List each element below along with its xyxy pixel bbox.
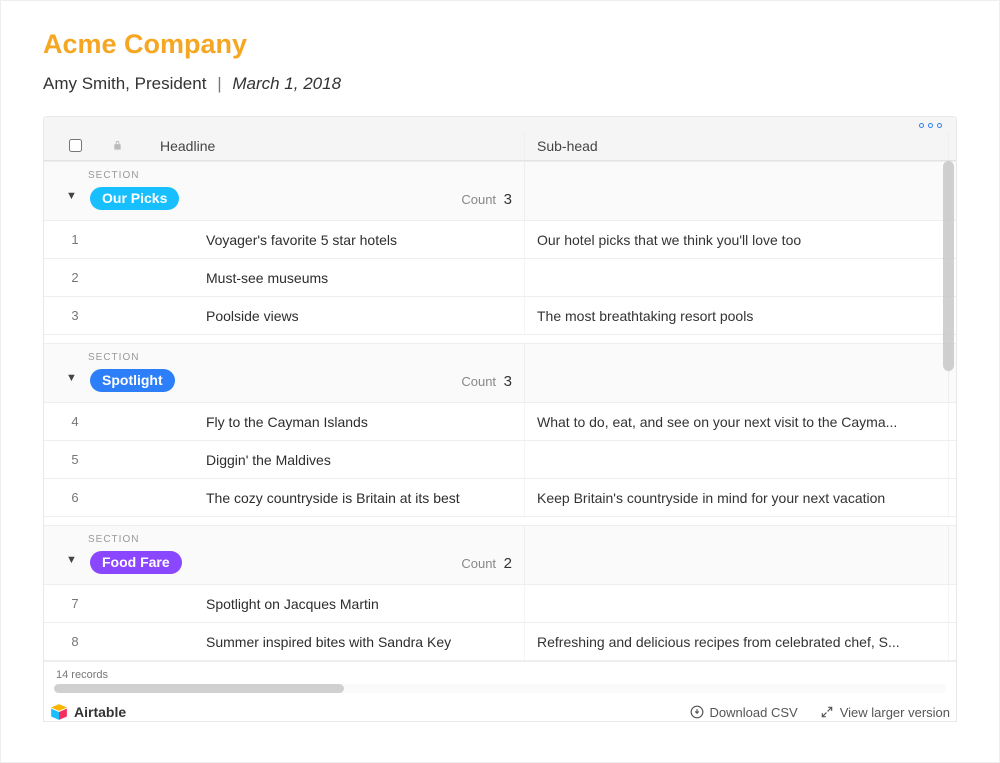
- cell-headline[interactable]: Summer inspired bites with Sandra Key: [160, 634, 524, 650]
- cell-subhead[interactable]: [524, 259, 948, 296]
- column-header-headline[interactable]: Headline: [160, 131, 524, 160]
- cell-section-tag[interactable]: Spotli: [948, 441, 956, 478]
- group-type-label: SECTION: [88, 352, 139, 363]
- table-row[interactable]: 5 Diggin' the Maldives Spotli: [44, 441, 956, 479]
- download-icon: [690, 705, 704, 719]
- cell-section-tag[interactable]: Spotli: [948, 403, 956, 440]
- row-number: 1: [44, 232, 106, 247]
- cell-subhead[interactable]: [524, 585, 948, 622]
- byline-separator: |: [211, 74, 227, 93]
- cell-headline[interactable]: Fly to the Cayman Islands: [160, 414, 524, 430]
- expand-icon: [820, 705, 834, 719]
- group-name-pill[interactable]: Food Fare: [90, 551, 182, 574]
- cell-headline[interactable]: Spotlight on Jacques Martin: [160, 596, 524, 612]
- brand-label: Airtable: [74, 704, 126, 720]
- cell-subhead[interactable]: [524, 441, 948, 478]
- company-title: Acme Company: [43, 29, 957, 60]
- bottom-actions-bar: Airtable Download CSV View larger versio…: [44, 693, 956, 721]
- collapse-group-icon[interactable]: ▼: [66, 554, 80, 566]
- cell-subhead[interactable]: The most breathtaking resort pools: [524, 297, 948, 334]
- cell-section-tag[interactable]: Food: [948, 623, 956, 660]
- row-number: 3: [44, 308, 106, 323]
- airtable-logo-icon: [50, 703, 68, 721]
- group-header: SECTION ▼ Our Picks Count 3: [44, 161, 956, 221]
- cell-headline[interactable]: Poolside views: [160, 308, 524, 324]
- cell-headline[interactable]: The cozy countryside is Britain at its b…: [160, 490, 524, 506]
- cell-headline[interactable]: Diggin' the Maldives: [160, 452, 524, 468]
- horizontal-scrollbar[interactable]: [54, 684, 946, 693]
- row-number: 5: [44, 452, 106, 467]
- view-larger-link[interactable]: View larger version: [820, 705, 950, 720]
- group-count: Count 3: [461, 191, 524, 208]
- view-larger-label: View larger version: [840, 705, 950, 720]
- table-row[interactable]: 2Must-see museumsOur P: [44, 259, 956, 297]
- row-number: 2: [44, 270, 106, 285]
- group-header: SECTION ▼ Spotlight Count 3: [44, 343, 956, 403]
- table-body: SECTION ▼ Our Picks Count 3 1 Voyager's favor…: [44, 161, 956, 661]
- select-all-checkbox[interactable]: [44, 139, 106, 152]
- collapse-group-icon[interactable]: ▼: [66, 190, 80, 202]
- collapse-group-icon[interactable]: ▼: [66, 372, 80, 384]
- group-count: Count 3: [461, 373, 524, 390]
- group-count: Count 2: [461, 555, 524, 572]
- table-row[interactable]: 7 Spotlight on Jacques Martin Food: [44, 585, 956, 623]
- group-type-label: SECTION: [88, 170, 139, 181]
- vertical-scrollbar-thumb[interactable]: [943, 161, 954, 371]
- cell-section-tag[interactable]: Spotli: [948, 479, 956, 516]
- table-row[interactable]: 1 Voyager's favorite 5 star hotelsOur hot…: [44, 221, 956, 259]
- group-header: SECTION ▼ Food Fare Count 2: [44, 525, 956, 585]
- byline-date: March 1, 2018: [232, 74, 341, 93]
- records-count: 14 records: [54, 666, 946, 684]
- lock-icon: [106, 140, 160, 151]
- column-header-subhead[interactable]: Sub-head: [524, 131, 948, 160]
- cell-subhead[interactable]: Keep Britain's countryside in mind for y…: [524, 479, 948, 516]
- byline: Amy Smith, President | March 1, 2018: [43, 74, 957, 94]
- horizontal-scrollbar-thumb[interactable]: [54, 684, 344, 693]
- cell-subhead[interactable]: Refreshing and delicious recipes from ce…: [524, 623, 948, 660]
- airtable-brand[interactable]: Airtable: [50, 703, 126, 721]
- table-row[interactable]: 6 The cozy countryside is Britain at its …: [44, 479, 956, 517]
- download-csv-label: Download CSV: [710, 705, 798, 720]
- group-type-label: SECTION: [88, 534, 139, 545]
- column-header-section[interactable]: Section: [948, 131, 957, 160]
- cell-subhead[interactable]: Our hotel picks that we think you'll lov…: [524, 221, 948, 258]
- cell-section-tag[interactable]: Food: [948, 585, 956, 622]
- table-container: Headline Sub-head Section SECTION ▼ Our Pi…: [43, 116, 957, 722]
- row-number: 6: [44, 490, 106, 505]
- row-number: 7: [44, 596, 106, 611]
- row-number: 4: [44, 414, 106, 429]
- byline-author: Amy Smith, President: [43, 74, 206, 93]
- row-number: 8: [44, 634, 106, 649]
- table-footer: 14 records: [44, 661, 956, 693]
- download-csv-link[interactable]: Download CSV: [690, 705, 798, 720]
- cell-subhead[interactable]: What to do, eat, and see on your next vi…: [524, 403, 948, 440]
- more-options-icon[interactable]: [919, 123, 942, 128]
- table-row[interactable]: 3 Poolside viewsThe most breathtaking res…: [44, 297, 956, 335]
- table-row[interactable]: 8 Summer inspired bites with Sandra KeyRe…: [44, 623, 956, 661]
- cell-headline[interactable]: Must-see museums: [160, 270, 524, 286]
- group-name-pill[interactable]: Our Picks: [90, 187, 179, 210]
- group-name-pill[interactable]: Spotlight: [90, 369, 175, 392]
- table-row[interactable]: 4 Fly to the Cayman IslandsWhat to do, ea…: [44, 403, 956, 441]
- cell-headline[interactable]: Voyager's favorite 5 star hotels: [160, 232, 524, 248]
- table-header-row: Headline Sub-head Section: [44, 117, 956, 161]
